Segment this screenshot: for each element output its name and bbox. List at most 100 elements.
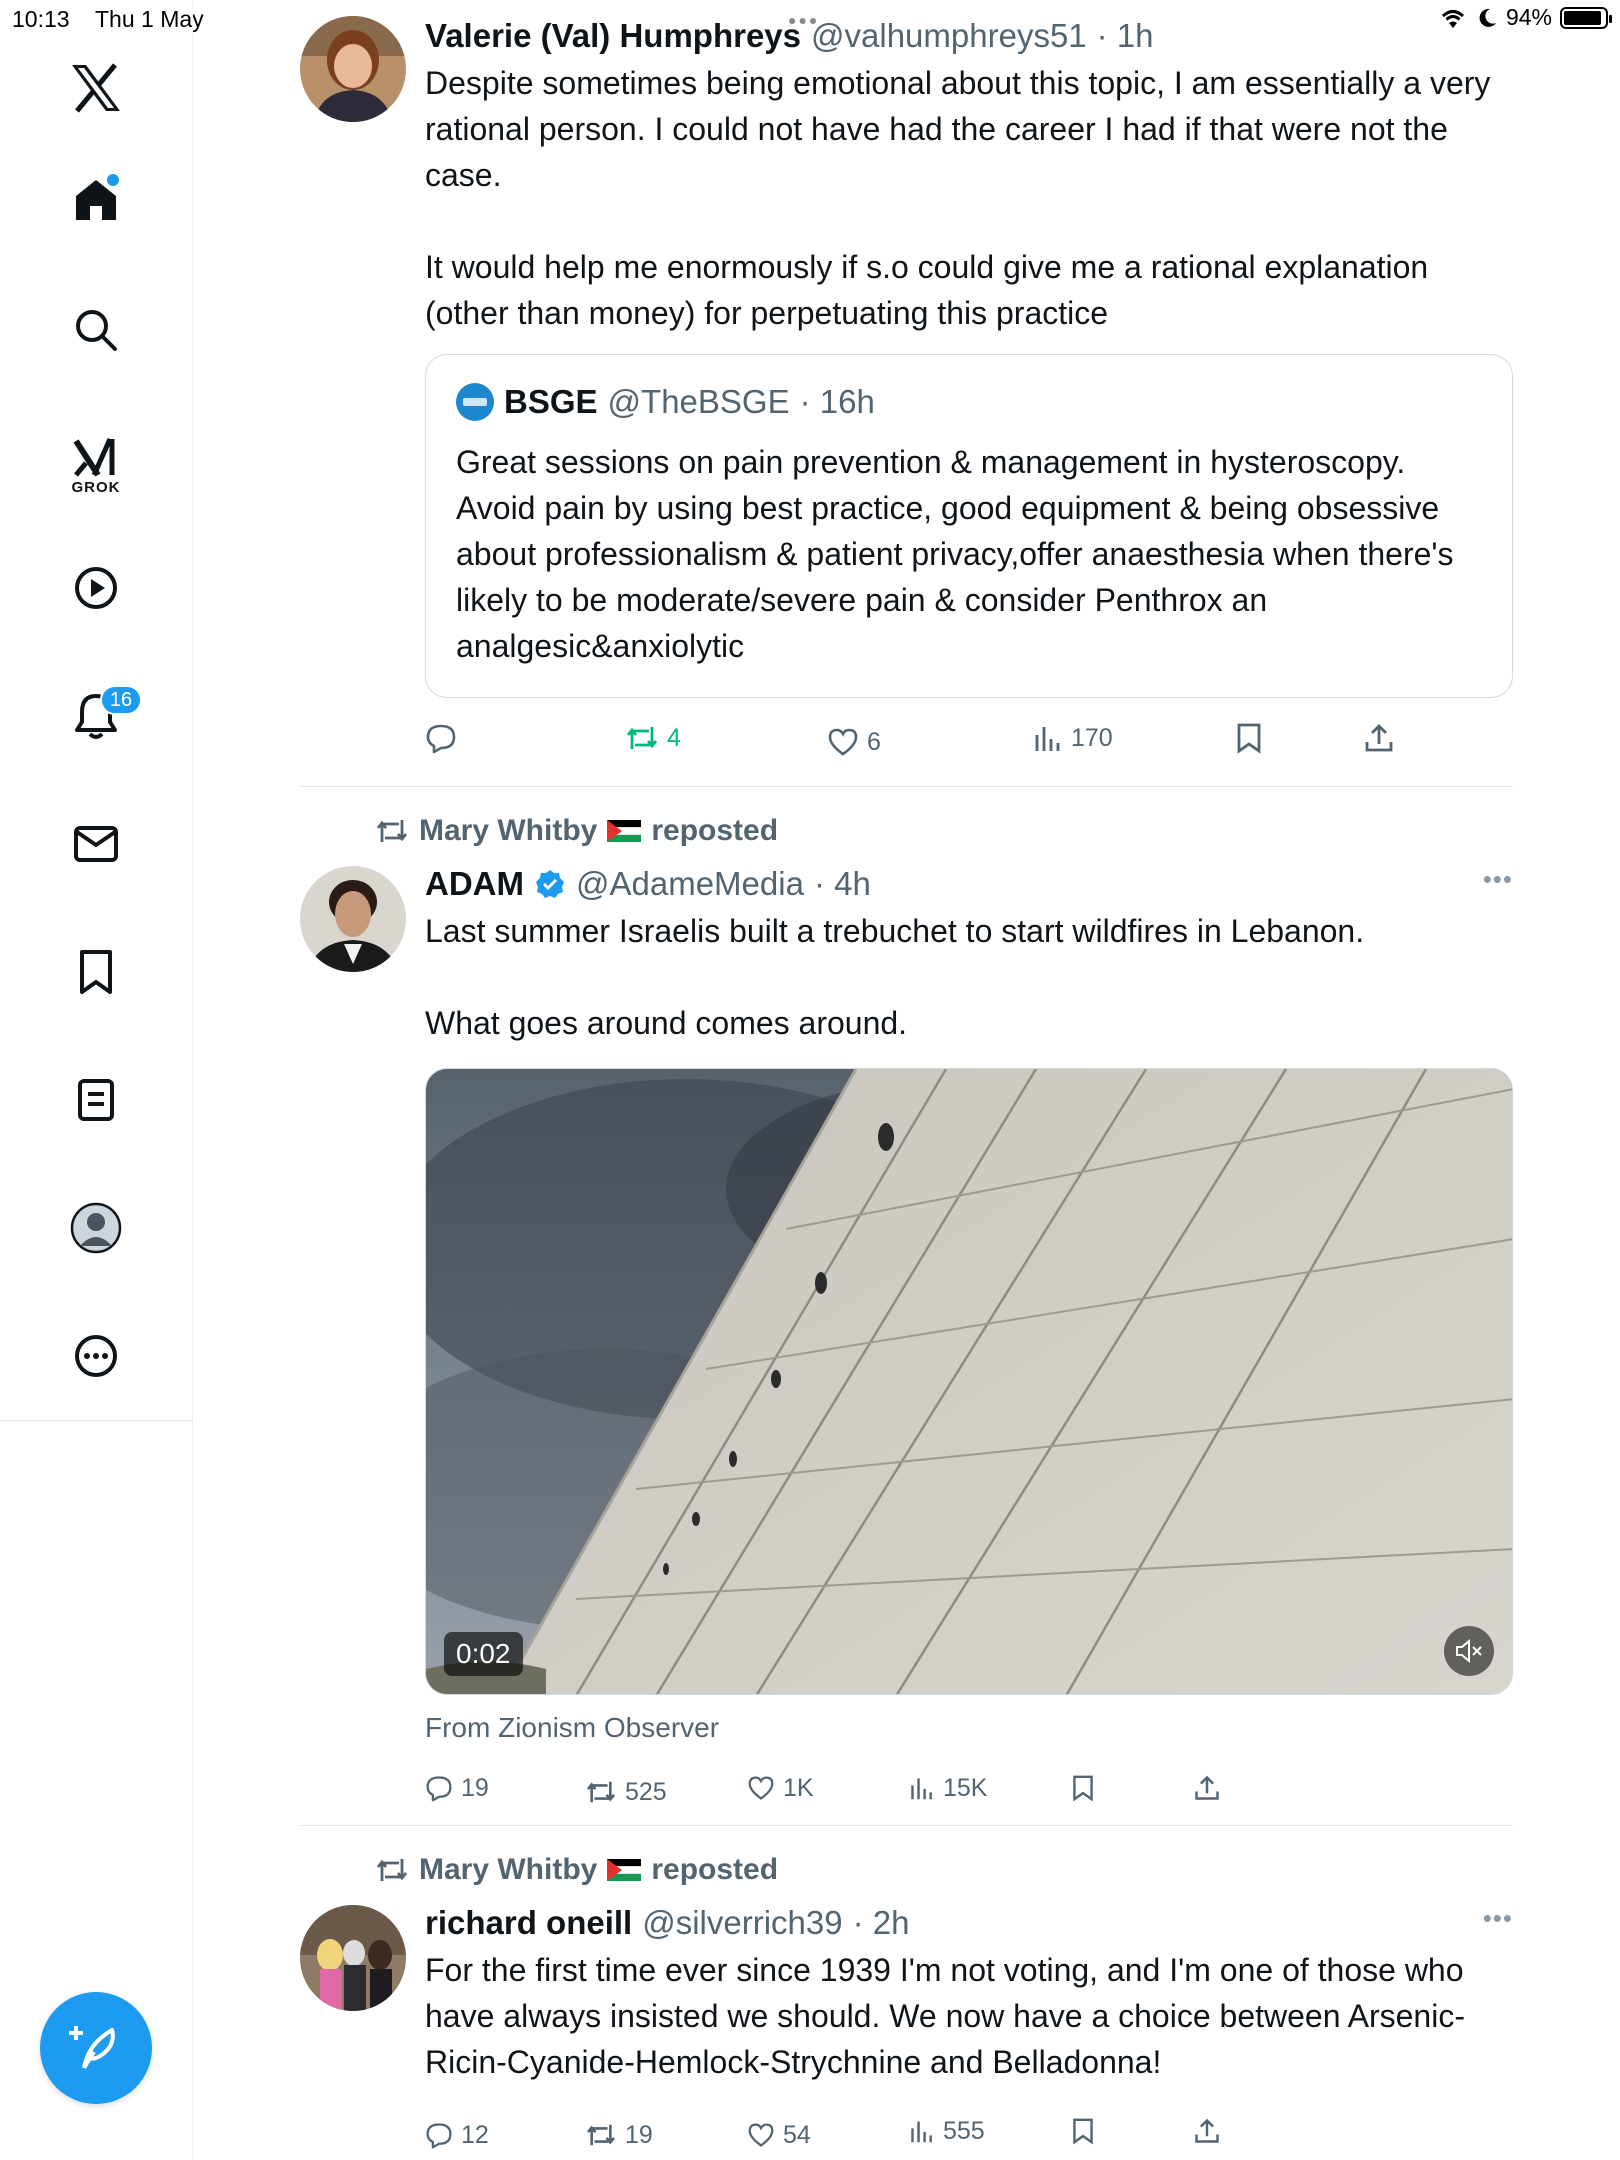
video-thumbnail <box>426 1069 1512 1694</box>
reply-count: 19 <box>461 1773 489 1802</box>
heart-icon <box>828 728 858 756</box>
tweet-time[interactable]: · 2h <box>853 1904 910 1942</box>
reply-icon <box>426 1776 452 1802</box>
views-button[interactable]: 15K <box>909 1768 987 1808</box>
home-unread-dot <box>107 174 119 186</box>
repost-button[interactable]: 4 <box>625 718 681 758</box>
more-options-icon[interactable]: ••• <box>1483 1903 1513 1934</box>
author-name[interactable]: Valerie (Val) Humphreys <box>425 17 801 55</box>
bookmark-icon <box>1073 2118 1093 2145</box>
heart-icon <box>748 2123 774 2147</box>
reply-button[interactable]: 19 <box>425 1768 489 1808</box>
tweet-divider <box>300 1825 1513 1826</box>
video-player[interactable]: 0:02 <box>425 1068 1513 1695</box>
author-handle[interactable]: @AdameMedia <box>576 865 804 903</box>
repost-icon <box>626 727 658 749</box>
author-name[interactable]: ADAM <box>425 865 524 903</box>
views-count: 15K <box>943 1773 988 1802</box>
quoted-tweet[interactable]: BSGE @TheBSGE · 16h Great sessions on pa… <box>425 354 1513 698</box>
quote-text: Great sessions on pain prevention & mana… <box>456 444 1454 664</box>
reply-button[interactable] <box>425 718 465 758</box>
quote-author-name: BSGE <box>504 383 598 420</box>
repost-icon <box>586 1781 616 1803</box>
author-name[interactable]: richard oneill <box>425 1904 632 1942</box>
repost-button[interactable]: 525 <box>585 1772 667 1812</box>
reply-icon <box>426 724 456 754</box>
share-button[interactable] <box>1363 718 1395 758</box>
reposter-name[interactable]: Mary Whitby <box>419 814 597 848</box>
bookmark-button[interactable] <box>1235 718 1263 758</box>
video-duration: 0:02 <box>444 1632 523 1676</box>
more-options-icon[interactable]: ••• <box>1483 864 1513 895</box>
home-icon[interactable] <box>46 160 146 240</box>
profile-icon[interactable] <box>46 1188 146 1268</box>
repost-indicator[interactable]: Mary Whitby reposted <box>375 1853 778 1887</box>
reply-count: 12 <box>461 2120 489 2149</box>
quote-avatar[interactable] <box>456 383 494 421</box>
video-icon[interactable] <box>46 548 146 628</box>
like-count: 6 <box>867 727 881 756</box>
timeline-feed: Valerie (Val) Humphreys @valhumphreys51 … <box>193 0 1620 2160</box>
reposter-name[interactable]: Mary Whitby <box>419 1853 597 1887</box>
x-logo-icon[interactable] <box>46 48 146 128</box>
sidebar-divider <box>0 1420 193 1421</box>
tweet-text: Last summer Israelis built a trebuchet t… <box>425 913 1365 1041</box>
repost-count: 525 <box>625 1777 667 1806</box>
tweet-header: Valerie (Val) Humphreys @valhumphreys51 … <box>425 14 1513 58</box>
reply-button[interactable]: 12 <box>425 2115 489 2155</box>
like-button[interactable]: 54 <box>747 2115 811 2155</box>
grok-icon[interactable]: GROK <box>46 420 146 510</box>
views-button[interactable]: 555 <box>909 2111 985 2151</box>
bookmark-button[interactable] <box>1071 2111 1095 2151</box>
messages-icon[interactable] <box>46 804 146 884</box>
tweet-divider <box>300 786 1513 787</box>
heart-icon <box>748 1776 774 1800</box>
tweet-actions: 4 6 170 <box>425 718 1513 758</box>
repost-count: 4 <box>667 723 681 752</box>
repost-icon <box>376 1859 408 1881</box>
avatar[interactable] <box>300 1905 406 2011</box>
tweet-actions: 19 525 1K 15K <box>425 1768 1513 1808</box>
views-icon <box>911 2121 932 2143</box>
tweet-text: Despite sometimes being emotional about … <box>425 65 1491 331</box>
video-source[interactable]: From Zionism Observer <box>425 1712 719 1744</box>
avatar[interactable] <box>300 16 406 122</box>
palestine-flag-icon <box>607 820 642 842</box>
share-icon <box>1195 1775 1219 1800</box>
sidebar: GROK 16 <box>0 0 193 2160</box>
share-button[interactable] <box>1193 1768 1221 1808</box>
tweet-header: ADAM @AdameMedia · 4h <box>425 862 1513 906</box>
avatar[interactable] <box>300 866 406 972</box>
mute-button[interactable] <box>1444 1626 1494 1676</box>
views-icon <box>911 1778 932 1800</box>
tweet-header: richard oneill @silverrich39 · 2h <box>425 1901 1513 1945</box>
bookmark-icon <box>1237 723 1261 754</box>
views-count: 170 <box>1071 723 1113 752</box>
verified-badge-icon <box>535 870 564 898</box>
reply-icon <box>426 2123 452 2149</box>
repost-indicator[interactable]: Mary Whitby reposted <box>375 814 778 848</box>
repost-button[interactable]: 19 <box>585 2115 653 2155</box>
share-icon <box>1365 724 1393 752</box>
share-button[interactable] <box>1193 2111 1221 2151</box>
like-button[interactable]: 1K <box>747 1768 814 1808</box>
lists-icon[interactable] <box>46 1060 146 1140</box>
bookmark-icon <box>1073 1775 1093 1802</box>
more-icon[interactable] <box>46 1316 146 1396</box>
bookmark-button[interactable] <box>1071 1768 1095 1808</box>
notifications-badge: 16 <box>100 685 142 715</box>
like-count: 1K <box>783 1773 814 1802</box>
views-count: 555 <box>943 2116 985 2145</box>
author-handle[interactable]: @silverrich39 <box>642 1904 842 1942</box>
repost-icon <box>586 2124 616 2146</box>
tweet-time[interactable]: · 4h <box>814 865 871 903</box>
author-handle[interactable]: @valhumphreys51 <box>811 17 1087 55</box>
compose-button[interactable] <box>40 1992 152 2104</box>
like-button[interactable]: 6 <box>827 722 881 762</box>
quote-header: BSGE @TheBSGE · 16h <box>456 383 1482 421</box>
bookmarks-icon[interactable] <box>46 932 146 1012</box>
tweet-actions: 12 19 54 555 <box>425 2115 1513 2155</box>
views-button[interactable]: 170 <box>1033 718 1113 758</box>
search-icon[interactable] <box>46 290 146 370</box>
tweet-time[interactable]: · 1h <box>1097 17 1154 55</box>
